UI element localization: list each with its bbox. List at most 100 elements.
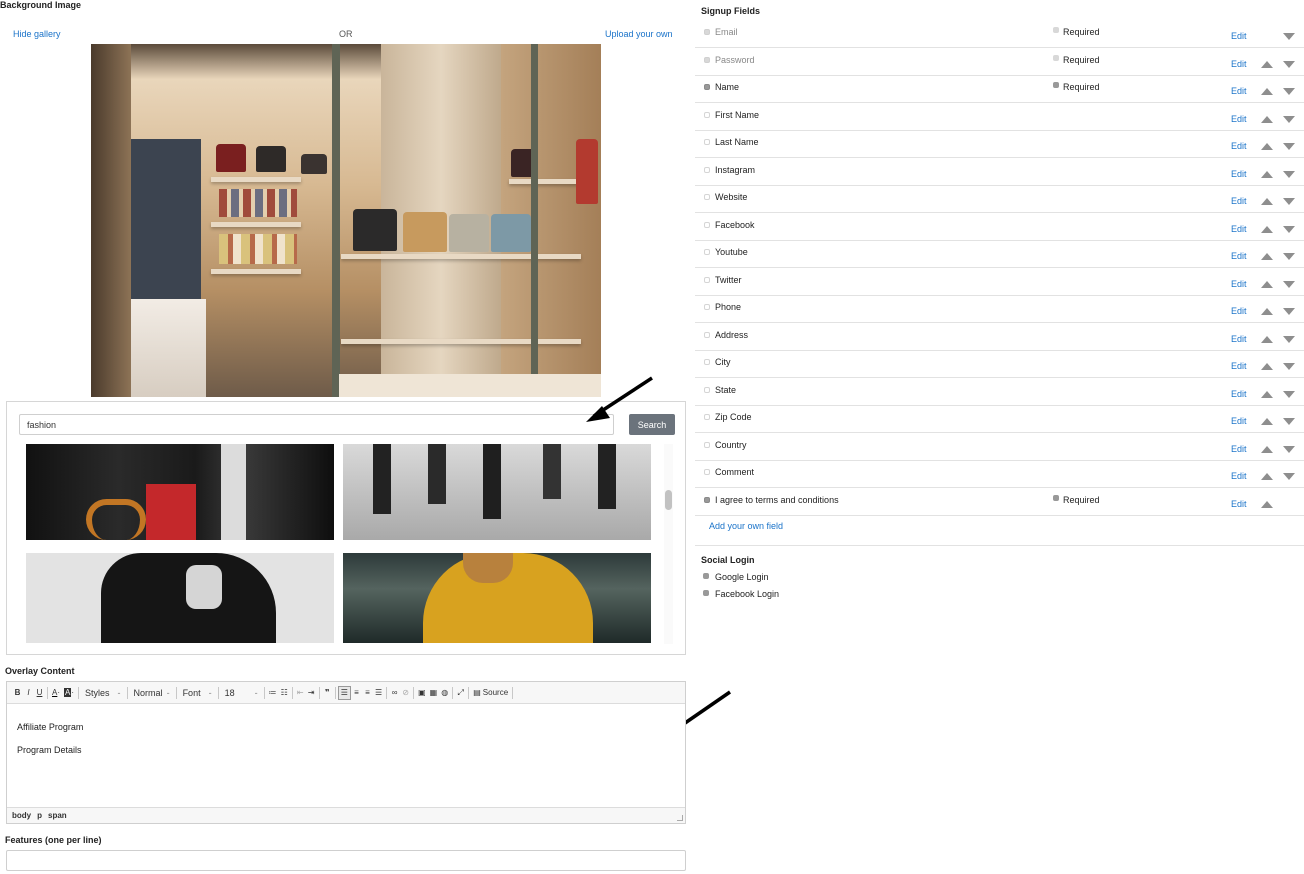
field-edit-link[interactable]: Edit <box>1231 169 1247 179</box>
path-body[interactable]: body <box>12 811 31 820</box>
hide-gallery-link[interactable]: Hide gallery <box>13 29 61 39</box>
bold-button[interactable]: B <box>12 686 23 700</box>
field-edit-link[interactable]: Edit <box>1231 141 1247 151</box>
move-down-icon[interactable] <box>1283 280 1295 288</box>
indent-icon[interactable]: ⇥ <box>306 686 317 700</box>
move-down-icon[interactable] <box>1283 88 1295 95</box>
move-up-icon[interactable] <box>1261 418 1273 425</box>
google-login-checkbox[interactable] <box>703 573 709 579</box>
link-icon[interactable]: ∞ <box>389 686 400 700</box>
facebook-login-option[interactable]: Facebook Login <box>703 589 779 599</box>
move-down-icon[interactable] <box>1283 60 1295 68</box>
text-color-icon[interactable]: A · <box>50 686 62 700</box>
field-edit-link[interactable]: Edit <box>1231 416 1247 426</box>
move-down-icon[interactable] <box>1283 418 1295 425</box>
field-enabled-checkbox[interactable] <box>704 221 710 228</box>
field-edit-link[interactable]: Edit <box>1231 59 1247 69</box>
styles-dropdown[interactable]: Styles - <box>81 688 125 698</box>
field-edit-link[interactable]: Edit <box>1231 224 1247 234</box>
move-up-icon[interactable] <box>1261 88 1273 95</box>
underline-button[interactable]: U <box>34 686 45 700</box>
move-down-icon[interactable] <box>1283 143 1295 150</box>
field-required-checkbox[interactable] <box>1053 54 1059 61</box>
move-down-icon[interactable] <box>1283 115 1295 123</box>
move-down-icon[interactable] <box>1283 225 1295 233</box>
gallery-thumb-1[interactable] <box>26 444 334 540</box>
field-enabled-checkbox[interactable] <box>704 249 710 255</box>
field-enabled-checkbox[interactable] <box>704 414 710 420</box>
move-up-icon[interactable] <box>1261 170 1273 178</box>
field-enabled-checkbox[interactable] <box>704 166 710 173</box>
align-left-icon[interactable]: ☰ <box>337 685 351 700</box>
field-enabled-checkbox[interactable] <box>704 84 710 90</box>
move-up-icon[interactable] <box>1261 335 1273 343</box>
field-required-checkbox[interactable] <box>1053 494 1059 501</box>
outdent-icon[interactable]: ⇤ <box>295 686 306 700</box>
move-up-icon[interactable] <box>1261 280 1273 288</box>
field-enabled-checkbox[interactable] <box>704 139 710 145</box>
features-textarea[interactable] <box>6 850 686 871</box>
editor-resize-handle[interactable] <box>677 815 683 821</box>
gallery-thumb-2[interactable] <box>343 444 651 540</box>
field-required-checkbox[interactable] <box>1053 82 1059 88</box>
field-enabled-checkbox[interactable] <box>704 111 710 118</box>
move-down-icon[interactable] <box>1283 473 1295 480</box>
field-edit-link[interactable]: Edit <box>1231 471 1247 481</box>
field-edit-link[interactable]: Edit <box>1231 86 1247 96</box>
move-down-icon[interactable] <box>1283 445 1295 453</box>
gallery-scrollbar[interactable] <box>664 444 673 644</box>
field-required-checkbox[interactable] <box>1053 27 1059 33</box>
upload-your-own-link[interactable]: Upload your own <box>605 29 673 39</box>
image-icon[interactable]: ▣ <box>416 686 428 700</box>
field-edit-link[interactable]: Edit <box>1231 279 1247 289</box>
move-up-icon[interactable] <box>1261 445 1273 453</box>
move-down-icon[interactable] <box>1283 33 1295 40</box>
move-down-icon[interactable] <box>1283 335 1295 343</box>
field-edit-link[interactable]: Edit <box>1231 389 1247 399</box>
google-login-option[interactable]: Google Login <box>703 572 769 582</box>
background-color-icon[interactable]: A · <box>62 686 76 700</box>
field-enabled-checkbox[interactable] <box>704 304 710 310</box>
bulleted-list-icon[interactable]: ☷ <box>279 686 290 700</box>
field-edit-link[interactable]: Edit <box>1231 499 1247 509</box>
field-edit-link[interactable]: Edit <box>1231 196 1247 206</box>
move-up-icon[interactable] <box>1261 225 1273 233</box>
iframe-icon[interactable]: ◍ <box>439 686 450 700</box>
path-span[interactable]: span <box>48 811 67 820</box>
field-enabled-checkbox[interactable] <box>704 359 710 365</box>
move-up-icon[interactable] <box>1261 253 1273 260</box>
field-enabled-checkbox[interactable] <box>704 194 710 200</box>
field-enabled-checkbox[interactable] <box>704 496 710 503</box>
maximize-icon[interactable]: ⤢ <box>455 686 466 700</box>
field-enabled-checkbox[interactable] <box>704 441 710 448</box>
field-edit-link[interactable]: Edit <box>1231 361 1247 371</box>
unlink-icon[interactable]: ⊘ <box>400 686 411 700</box>
move-up-icon[interactable] <box>1261 143 1273 150</box>
gallery-thumb-4[interactable] <box>343 553 651 643</box>
field-edit-link[interactable]: Edit <box>1231 251 1247 261</box>
path-p[interactable]: p <box>37 811 42 820</box>
blockquote-icon[interactable]: ❞ <box>322 686 333 700</box>
align-right-icon[interactable]: ≡ <box>362 686 373 700</box>
gallery-scrollbar-thumb[interactable] <box>665 490 672 510</box>
field-enabled-checkbox[interactable] <box>704 56 710 63</box>
numbered-list-icon[interactable]: ≔ <box>267 686 279 700</box>
font-dropdown[interactable]: Font - <box>179 688 216 698</box>
move-up-icon[interactable] <box>1261 390 1273 398</box>
move-down-icon[interactable] <box>1283 253 1295 260</box>
move-down-icon[interactable] <box>1283 308 1295 315</box>
field-enabled-checkbox[interactable] <box>704 386 710 393</box>
field-enabled-checkbox[interactable] <box>704 276 710 283</box>
move-up-icon[interactable] <box>1261 60 1273 68</box>
format-dropdown[interactable]: Normal - <box>130 688 174 698</box>
field-enabled-checkbox[interactable] <box>704 469 710 475</box>
field-edit-link[interactable]: Edit <box>1231 31 1247 41</box>
field-enabled-checkbox[interactable] <box>704 29 710 35</box>
field-edit-link[interactable]: Edit <box>1231 306 1247 316</box>
align-justify-icon[interactable]: ☰ <box>373 686 384 700</box>
move-up-icon[interactable] <box>1261 473 1273 480</box>
gallery-search-input[interactable] <box>19 414 614 435</box>
move-down-icon[interactable] <box>1283 390 1295 398</box>
italic-button[interactable]: I <box>23 686 34 700</box>
source-button[interactable]: ▤ Source <box>471 686 510 700</box>
